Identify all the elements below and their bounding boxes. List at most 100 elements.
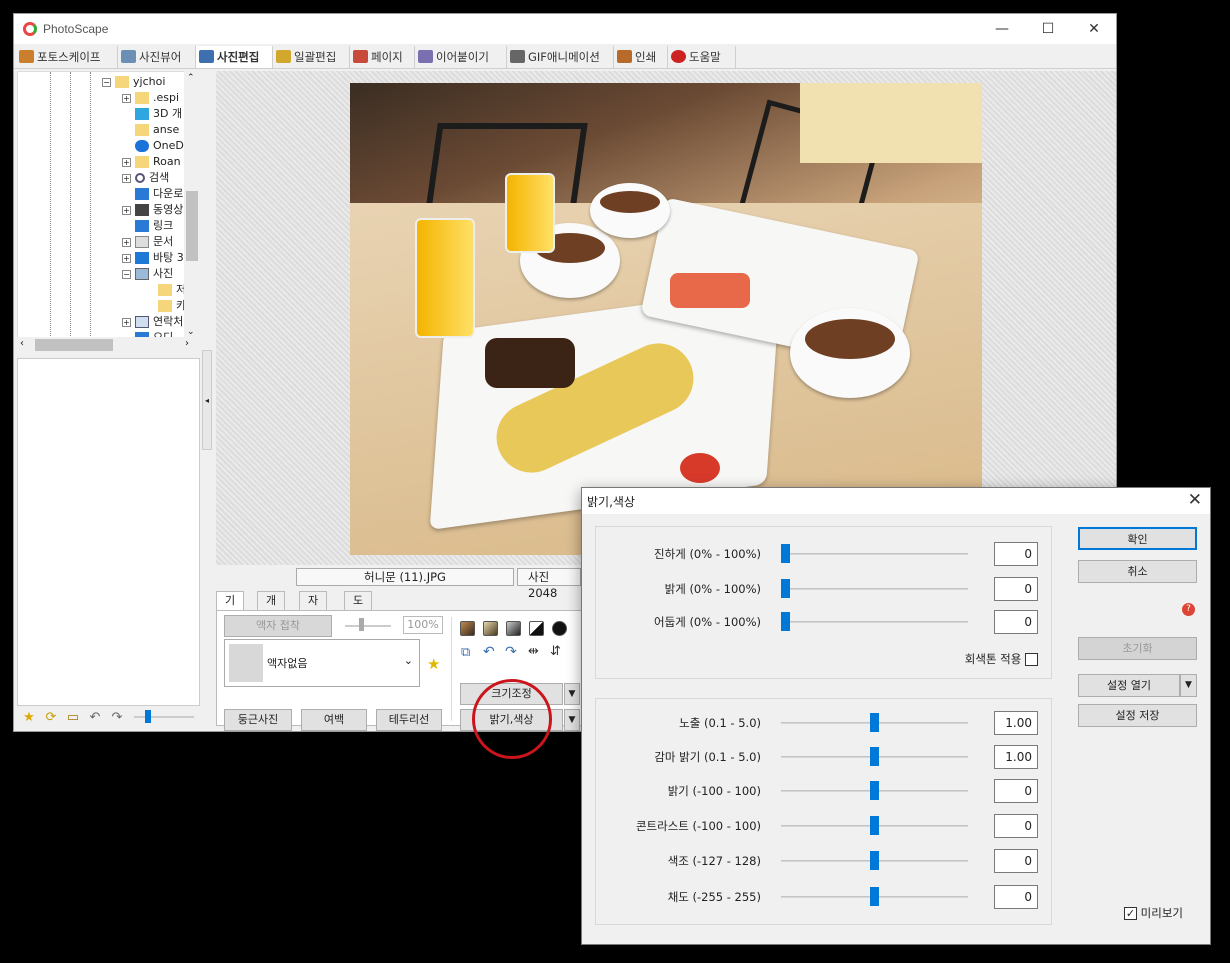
slider-track[interactable] (781, 553, 968, 555)
rotate-left-icon[interactable]: ↶ (483, 644, 495, 660)
tab-batch[interactable]: 일괄편집 (273, 46, 350, 68)
tree-item[interactable]: + 검색 (122, 170, 169, 186)
maximize-button[interactable]: ☐ (1025, 14, 1071, 44)
tab-crop[interactable]: 자르기 (299, 591, 328, 643)
slider-value-input[interactable]: 0 (994, 885, 1038, 909)
cancel-button[interactable]: 취소 (1078, 560, 1197, 583)
slider-value-input[interactable]: 0 (994, 577, 1038, 601)
dialog-close-button[interactable]: ✕ (1188, 490, 1202, 510)
slider-value-input[interactable]: 1.00 (994, 711, 1038, 735)
border-line-button[interactable]: 테두리선 (376, 709, 442, 731)
tree-item[interactable]: anse (135, 122, 179, 138)
slider-track[interactable] (781, 621, 968, 623)
tree-item[interactable]: OneD (135, 138, 184, 154)
tab-help[interactable]: 도움말 (668, 46, 736, 68)
sepia-filter-icon[interactable] (460, 621, 475, 636)
tab-gif[interactable]: GIF애니메이션 (507, 46, 614, 68)
tab-photoscape[interactable]: 포토스케이프 (16, 46, 118, 68)
rotate-right-icon[interactable]: ↷ (505, 644, 517, 660)
tree-item[interactable]: − 사진 (122, 266, 173, 282)
tree-item[interactable]: 저 (158, 282, 186, 298)
slider-thumb[interactable] (870, 713, 879, 732)
open-settings-button[interactable]: 설정 열기 (1078, 674, 1180, 697)
slider-value-input[interactable]: 1.00 (994, 745, 1038, 769)
favorite-star-icon[interactable]: ★ (21, 710, 37, 725)
reset-button[interactable]: 초기화 (1078, 637, 1197, 660)
tab-basic[interactable]: 기본 (216, 591, 245, 625)
tree-horizontal-scrollbar[interactable]: ‹ › (17, 337, 200, 353)
tree-item[interactable]: 링크 (135, 218, 173, 234)
grayscale-checkbox[interactable] (1025, 653, 1038, 666)
tab-object[interactable]: 개체 (257, 591, 286, 625)
rotate-left-90-icon[interactable]: ⧉ (461, 645, 470, 660)
tab-tools[interactable]: 도구 (344, 591, 373, 625)
thumbnail-size-thumb[interactable] (145, 710, 151, 723)
save-settings-button[interactable]: 설정 저장 (1078, 704, 1197, 727)
negative-filter-icon[interactable] (552, 621, 567, 636)
tree-item[interactable]: 다운로 (135, 186, 183, 202)
forward-icon[interactable]: ↷ (109, 710, 125, 725)
tab-page[interactable]: 페이지 (350, 46, 415, 68)
slider-thumb[interactable] (781, 544, 790, 563)
round-photo-button[interactable]: 둥근사진 (224, 709, 292, 731)
tree-item[interactable]: + 동영상 (122, 202, 183, 218)
frame-select-dropdown[interactable]: 액자없음 ⌄ (224, 639, 420, 687)
tab-print[interactable]: 인쇄 (614, 46, 668, 68)
slider-thumb[interactable] (870, 851, 879, 870)
brightness-dropdown-button[interactable]: ▼ (564, 709, 580, 731)
slider-thumb[interactable] (870, 887, 879, 906)
close-button[interactable]: ✕ (1071, 14, 1117, 44)
open-settings-dropdown[interactable]: ▼ (1180, 674, 1197, 697)
back-icon[interactable]: ↶ (87, 710, 103, 725)
resize-dropdown-button[interactable]: ▼ (564, 683, 580, 705)
frame-zoom-thumb[interactable] (359, 618, 364, 631)
vintage-filter-icon[interactable] (483, 621, 498, 636)
tab-viewer[interactable]: 사진뷰어 (118, 46, 196, 68)
tree-item[interactable]: + 바탕 3 (122, 250, 184, 266)
refresh-icon[interactable]: ⟳ (43, 710, 59, 725)
margin-button[interactable]: 여백 (301, 709, 367, 731)
slider-thumb[interactable] (870, 781, 879, 800)
thumbnail-size-slider[interactable] (134, 716, 194, 718)
ok-button[interactable]: 확인 (1078, 527, 1197, 550)
frame-zoom-slider[interactable] (345, 625, 391, 627)
tree-item[interactable]: 3D 개 (135, 106, 182, 122)
panel-collapse-handle[interactable]: ◂ (202, 350, 212, 450)
tree-item[interactable]: 카 (158, 298, 186, 314)
slider-value-input[interactable]: 0 (994, 542, 1038, 566)
grayscale-filter-icon[interactable] (506, 621, 521, 636)
slider-value-input[interactable]: 0 (994, 779, 1038, 803)
preview-checkbox[interactable]: ✓ (1124, 907, 1137, 920)
minimize-button[interactable]: — (979, 14, 1025, 44)
tab-combine[interactable]: 이어붙이기 (415, 46, 507, 68)
tree-vertical-scrollbar[interactable]: ⌃ ⌄ (184, 71, 200, 341)
slider-track[interactable] (781, 588, 968, 590)
scroll-thumb[interactable] (35, 339, 113, 351)
preview-option[interactable]: ✓ 미리보기 (1124, 905, 1183, 921)
slider-thumb[interactable] (781, 612, 790, 631)
open-folder-icon[interactable]: ▭ (65, 710, 81, 725)
tree-item[interactable]: + 연락처 (122, 314, 183, 330)
scroll-thumb[interactable] (186, 191, 198, 261)
grayscale-option[interactable]: 회색톤 적용 (965, 651, 1038, 667)
slider-thumb[interactable] (870, 747, 879, 766)
frame-zoom-value[interactable]: 100% (403, 616, 443, 634)
tree-item[interactable]: + .espi (122, 90, 179, 106)
flip-horizontal-icon[interactable]: ⇹ (528, 644, 539, 659)
thumbnail-preview-pane[interactable] (17, 358, 200, 706)
help-icon[interactable]: ? (1182, 603, 1195, 616)
slider-thumb[interactable] (870, 816, 879, 835)
slider-value-input[interactable]: 0 (994, 610, 1038, 634)
tree-item[interactable]: + 문서 (122, 234, 173, 250)
frame-attach-button[interactable]: 액자 접착 (224, 615, 332, 637)
slider-value-input[interactable]: 0 (994, 849, 1038, 873)
bw-filter-icon[interactable] (529, 621, 544, 636)
flip-vertical-icon[interactable]: ⇵ (550, 644, 561, 659)
folder-tree[interactable]: − yjchoi + .espi 3D 개 anse OneD + Roan + 검색 … (17, 71, 200, 341)
slider-value-input[interactable]: 0 (994, 814, 1038, 838)
favorite-frame-star-icon[interactable]: ★ (427, 655, 440, 673)
tree-item[interactable]: + Roan (122, 154, 181, 170)
tab-editor[interactable]: 사진편집 (196, 46, 273, 68)
slider-thumb[interactable] (781, 579, 790, 598)
tree-item[interactable]: − yjchoi (102, 74, 165, 90)
